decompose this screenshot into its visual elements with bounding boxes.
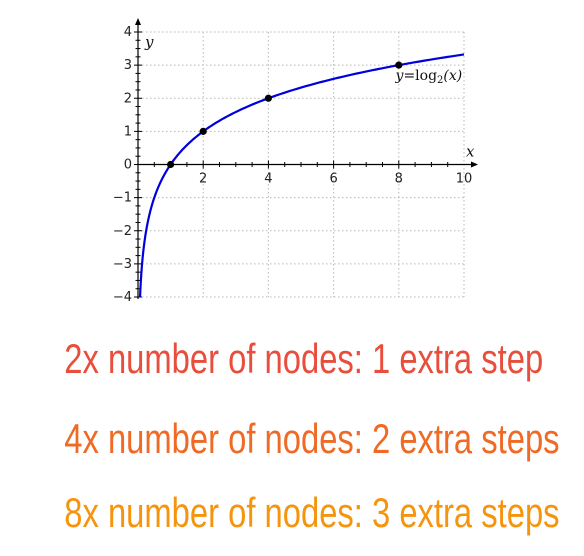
data-points [167,61,403,169]
data-point [167,160,175,169]
y-tick-label: −4 [113,290,132,305]
y-tick-label: 2 [124,91,132,106]
x-tick-label: 8 [395,172,403,187]
log2-curve [138,53,465,298]
caption-2x: 2x number of nodes: 1 extra step [64,335,544,382]
x-tick-label: 6 [329,172,337,187]
x-axis-label: x [466,143,475,161]
data-point [199,127,207,135]
y-axis-label: y [144,33,154,51]
caption-8x: 8x number of nodes: 3 extra steps [64,489,560,536]
curve-label-arg: (x) [443,68,462,84]
x-tick-label: 10 [456,172,473,187]
y-tick-label: 4 [124,25,132,40]
x-tick-label: 2 [199,172,207,187]
curve-label-fn: log [415,68,437,84]
y-tick-label: −1 [113,191,132,206]
curve-label: y=log2(x) [395,68,463,86]
y-tick-label: 0 [124,158,132,173]
y-tick-label: 3 [124,58,132,73]
y-tick-label: −2 [113,224,132,239]
log2-chart: 2 4 6 8 10 −4 −3 −2 −1 0 1 2 3 4 x y y=log2(x) [113,18,478,305]
data-point [264,94,272,102]
curve-label-prefix: y= [395,68,416,84]
caption-4x: 4x number of nodes: 2 extra steps [64,415,560,462]
y-axis-arrow [135,18,141,25]
y-tick-label: 1 [124,124,132,139]
x-tick-label: 4 [264,172,272,187]
y-tick-label: −3 [113,257,132,272]
x-axis-arrow [471,161,478,168]
